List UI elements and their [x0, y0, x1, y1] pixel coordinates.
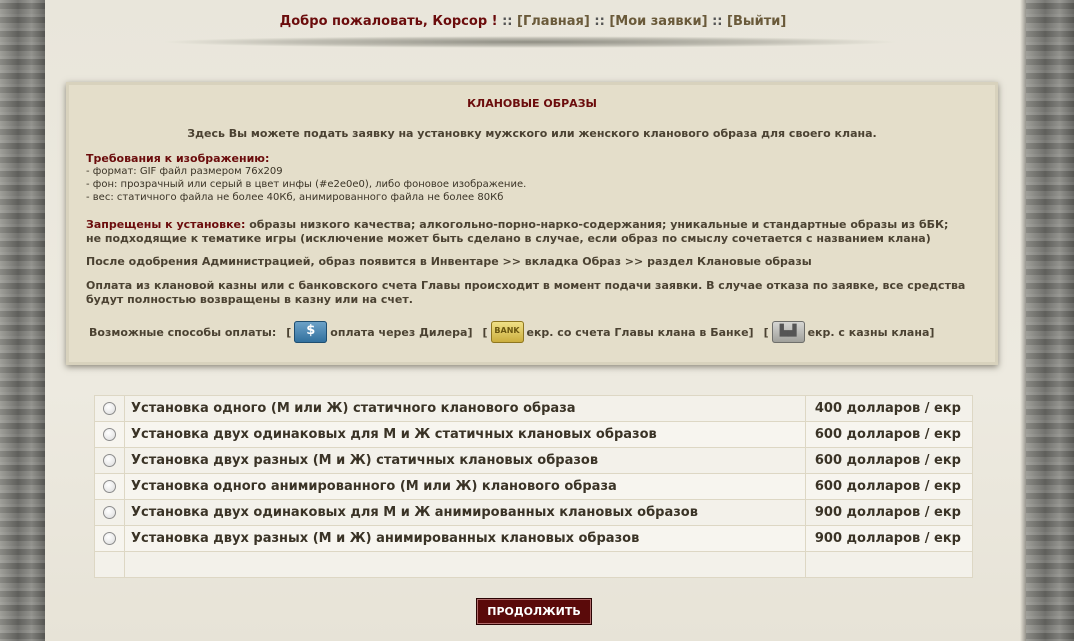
options-table: Установка одного (М или Ж) статичного кл… [94, 395, 973, 578]
option-radio[interactable] [103, 428, 116, 441]
nav-link-main[interactable]: [Главная] [517, 14, 590, 29]
option-price: 600 долларов / екр [805, 473, 973, 500]
option-label: Установка одного (М или Ж) статичного кл… [124, 395, 806, 422]
option-price: 900 долларов / екр [805, 499, 973, 526]
nav-link-exit[interactable]: [Выйти] [727, 14, 786, 29]
table-row-empty [94, 551, 973, 578]
requirements-block: Требования к изображению: - формат: GIF … [86, 152, 526, 204]
option-label: Установка двух одинаковых для М и Ж стат… [124, 421, 806, 448]
continue-button[interactable]: ПРОДОЛЖИТЬ [476, 598, 592, 625]
forbidden-heading: Запрещены к установке: [86, 218, 246, 231]
option-label: Установка двух одинаковых для М и Ж аним… [124, 499, 806, 526]
panel-intro: Здесь Вы можете подать заявку на установ… [187, 127, 877, 140]
requirement-item: - вес: статичного файла не более 40Кб, а… [86, 192, 504, 203]
option-radio[interactable] [103, 454, 116, 467]
separator: :: [502, 14, 513, 29]
payment-methods: Возможные способы оплаты: [ оплата через… [89, 320, 934, 344]
separator: :: [712, 14, 723, 29]
requirement-item: - формат: GIF файл размером 76х209 [86, 166, 283, 177]
nav-link-my-requests[interactable]: [Мои заявки] [609, 14, 707, 29]
payment-methods-label: Возможные способы оплаты: [89, 325, 277, 339]
welcome-text: Добро пожаловать, Корсор ! [279, 14, 498, 29]
option-radio[interactable] [103, 402, 116, 415]
table-row[interactable]: Установка одного анимированного (М или Ж… [94, 473, 973, 500]
right-stone-border [1020, 0, 1074, 641]
option-price: 600 долларов / екр [805, 421, 973, 448]
after-approval-note: После одобрения Администрацией, образ по… [86, 255, 812, 268]
option-radio[interactable] [103, 480, 116, 493]
table-row[interactable]: Установка двух разных (М и Ж) анимирован… [94, 525, 973, 552]
option-label: Установка двух разных (М и Ж) статичных … [124, 447, 806, 474]
table-row[interactable]: Установка двух одинаковых для М и Ж аним… [94, 499, 973, 526]
payment-method-treasury: екр. с казны клана [807, 325, 930, 339]
forbidden-block: Запрещены к установке: образы низкого ка… [86, 218, 966, 246]
option-radio[interactable] [103, 532, 116, 545]
option-price: 600 долларов / екр [805, 447, 973, 474]
payment-method-dealer: оплата через Дилера [330, 325, 468, 339]
separator: :: [594, 14, 605, 29]
option-label: Установка двух разных (М и Ж) анимирован… [124, 525, 806, 552]
forbidden-text: образы низкого качества; алкогольно-порн… [249, 218, 949, 231]
welcome-bar: Добро пожаловать, Корсор ! :: [Главная] … [0, 14, 1066, 29]
option-price: 400 долларов / екр [805, 395, 973, 422]
table-row[interactable]: Установка двух одинаковых для М и Ж стат… [94, 421, 973, 448]
header-divider [160, 36, 900, 48]
option-radio[interactable] [103, 506, 116, 519]
forbidden-text-2: не подходящие к тематике игры (исключени… [86, 232, 931, 245]
left-stone-border [0, 0, 51, 641]
option-label: Установка одного анимированного (М или Ж… [124, 473, 806, 500]
dealer-icon [294, 321, 328, 343]
payment-method-bank: екр. со счета Главы клана в Банке [526, 325, 749, 339]
table-row[interactable]: Установка одного (М или Ж) статичного кл… [94, 395, 973, 422]
option-price: 900 долларов / екр [805, 525, 973, 552]
bank-icon [490, 321, 524, 343]
castle-icon [771, 321, 805, 343]
payment-info: Оплата из клановой казны или с банковско… [86, 279, 966, 306]
panel-title: КЛАНОВЫЕ ОБРАЗЫ [467, 97, 597, 110]
requirements-heading: Требования к изображению: [86, 152, 270, 165]
requirement-item: - фон: прозрачный или серый в цвет инфы … [86, 179, 527, 190]
table-row[interactable]: Установка двух разных (М и Ж) статичных … [94, 447, 973, 474]
info-panel: КЛАНОВЫЕ ОБРАЗЫ Здесь Вы можете подать з… [69, 85, 995, 362]
